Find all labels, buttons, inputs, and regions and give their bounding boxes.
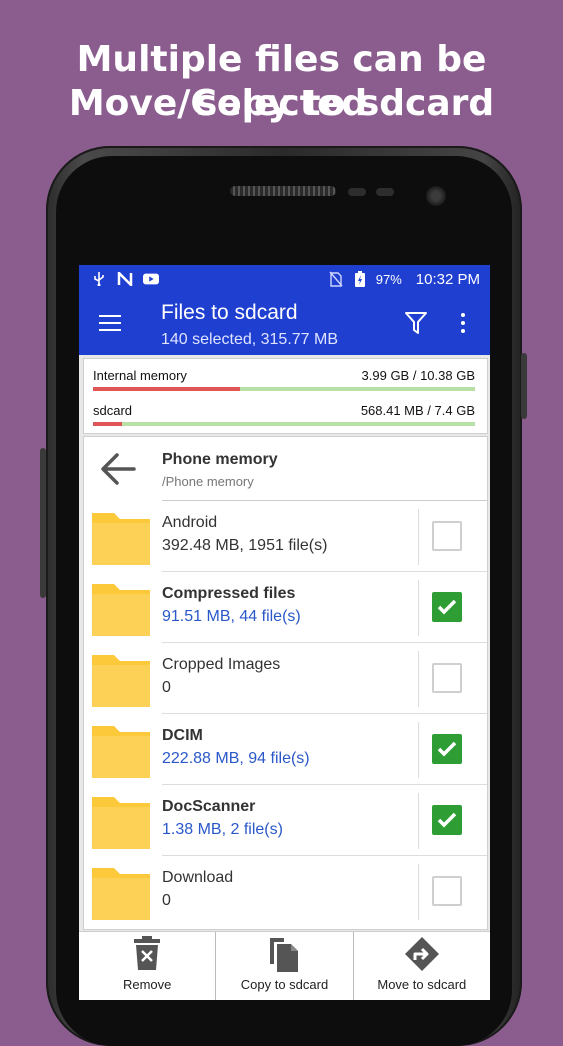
item-name: Android (162, 514, 218, 531)
item-checkbox[interactable] (432, 734, 462, 764)
item-checkbox[interactable] (432, 805, 462, 835)
item-meta: 392.48 MB, 1951 file(s) (162, 537, 328, 554)
move-to-sdcard-button[interactable]: Move to sdcard (354, 932, 490, 1000)
item-checkbox[interactable] (432, 592, 462, 622)
clock: 10:32 PM (415, 270, 480, 288)
item-meta: 222.88 MB, 94 file(s) (162, 750, 310, 767)
checkmark-icon (437, 741, 457, 757)
proximity-sensor (348, 188, 366, 196)
battery-charging-icon (352, 271, 368, 287)
power-button (521, 353, 527, 419)
file-list: Phone memory /Phone memory Android 392.4… (83, 436, 488, 930)
list-item[interactable]: Compressed files 91.51 MB, 44 file(s) (84, 572, 487, 643)
usb-icon (91, 272, 107, 286)
folder-icon (92, 513, 150, 565)
copy-label: Copy to sdcard (240, 977, 329, 992)
item-name: DCIM (162, 727, 203, 744)
app-title: Files to sdcard (161, 301, 298, 324)
list-item[interactable]: Android 392.48 MB, 1951 file(s) (84, 501, 487, 572)
sdcard-label: sdcard (93, 403, 133, 418)
item-meta: 91.51 MB, 44 file(s) (162, 608, 301, 625)
internal-memory-bar (93, 387, 475, 391)
internal-memory-row: Internal memory 3.99 GB / 10.38 GB (93, 368, 475, 383)
copy-icon (270, 938, 299, 972)
move-icon (404, 937, 439, 971)
item-meta: 0 (162, 679, 171, 696)
app-bar: Files to sdcard 140 selected, 315.77 MB (79, 293, 490, 355)
folder-title: Phone memory (162, 451, 278, 468)
menu-icon[interactable] (99, 315, 121, 333)
n-icon (117, 272, 133, 286)
item-checkbox[interactable] (432, 876, 462, 906)
item-meta: 1.38 MB, 2 file(s) (162, 821, 283, 838)
folder-header: Phone memory /Phone memory (84, 437, 487, 501)
youtube-icon (143, 272, 159, 286)
internal-memory-used (93, 387, 240, 391)
list-item[interactable]: DocScanner 1.38 MB, 2 file(s) (84, 785, 487, 856)
checkmark-icon (437, 812, 457, 828)
front-camera (426, 186, 446, 206)
earpiece-speaker (230, 186, 336, 196)
no-sim-icon (328, 271, 344, 287)
item-name: Download (162, 869, 234, 886)
remove-label: Remove (122, 977, 172, 992)
headline-line-2: Move/Copy to sdcard (68, 83, 495, 124)
folder-icon (92, 726, 150, 778)
trash-icon (134, 936, 161, 970)
item-meta: 0 (162, 892, 171, 909)
more-options-icon[interactable] (460, 313, 466, 335)
storage-card: Internal memory 3.99 GB / 10.38 GB sdcar… (83, 358, 488, 434)
action-bar: Remove Copy to sdcard Move to sdcard (79, 931, 490, 1000)
list-item[interactable]: Download 0 (84, 856, 487, 927)
copy-to-sdcard-button[interactable]: Copy to sdcard (216, 932, 354, 1000)
folder-icon (92, 584, 150, 636)
light-sensor (376, 188, 394, 196)
folder-path: /Phone memory (162, 474, 254, 489)
move-label: Move to sdcard (377, 977, 467, 992)
item-checkbox[interactable] (432, 663, 462, 693)
folder-icon (92, 868, 150, 920)
sdcard-bar (93, 422, 475, 426)
item-name: Cropped Images (162, 656, 281, 673)
list-item[interactable]: Cropped Images 0 (84, 643, 487, 714)
filter-icon[interactable] (405, 311, 427, 335)
sdcard-value: 568.41 MB / 7.4 GB (360, 403, 475, 418)
item-name: DocScanner (162, 798, 256, 815)
checkmark-icon (437, 599, 457, 615)
internal-memory-value: 3.99 GB / 10.38 GB (361, 368, 475, 383)
back-arrow-icon[interactable] (100, 451, 136, 487)
sdcard-row: sdcard 568.41 MB / 7.4 GB (93, 403, 475, 418)
folder-icon (92, 797, 150, 849)
volume-button (40, 448, 46, 598)
list-item[interactable]: DCIM 222.88 MB, 94 file(s) (84, 714, 487, 785)
sdcard-used (93, 422, 122, 426)
phone-screen: 97% 10:32 PM Files to sdcard 140 selecte… (79, 265, 490, 1000)
item-checkbox[interactable] (432, 521, 462, 551)
status-bar: 97% 10:32 PM (79, 265, 490, 293)
selection-summary: 140 selected, 315.77 MB (161, 331, 339, 348)
internal-memory-label: Internal memory (93, 368, 187, 383)
battery-percent: 97% (375, 271, 402, 287)
remove-button[interactable]: Remove (79, 932, 217, 1000)
item-name: Compressed files (162, 585, 296, 602)
folder-icon (92, 655, 150, 707)
